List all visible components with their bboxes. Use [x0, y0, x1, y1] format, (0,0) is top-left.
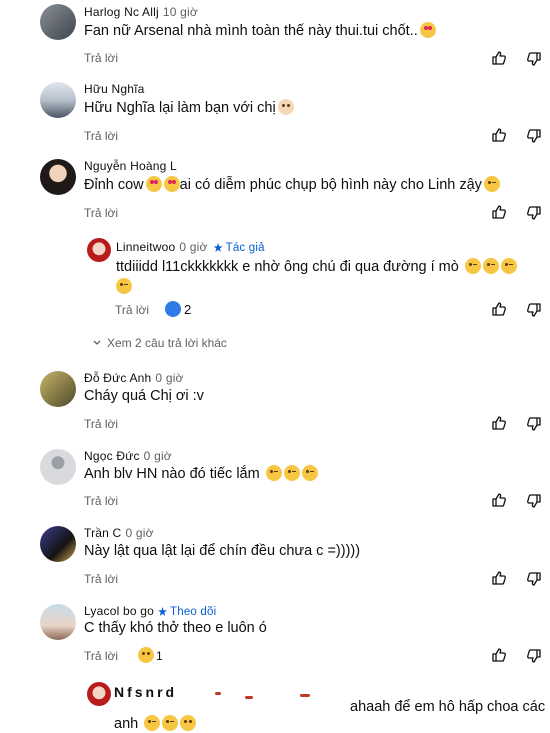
thumbs-up-icon[interactable]	[491, 570, 507, 586]
heart-eyes-emoji-icon	[145, 176, 162, 192]
redaction-mark	[245, 696, 253, 699]
zany-face-emoji-icon	[144, 715, 161, 731]
comment-author[interactable]: Hữu Nghĩa	[84, 82, 145, 96]
thumbs-up-icon[interactable]	[491, 204, 507, 220]
thumbs-up-icon[interactable]	[491, 492, 507, 508]
avatar[interactable]	[40, 159, 76, 195]
comment-text-line2: anh	[114, 715, 197, 732]
thumbs-down-icon[interactable]	[526, 302, 542, 318]
comment-time: 0 giờ	[179, 240, 208, 254]
comment-author[interactable]: Harlog Nc Allj 10 giờ	[84, 5, 198, 19]
zany-face-emoji-icon	[464, 258, 481, 274]
avatar[interactable]	[40, 371, 76, 407]
comment-time: 0 giờ	[143, 449, 172, 463]
zany-face-emoji-icon	[482, 258, 499, 274]
zany-face-emoji-icon	[116, 278, 132, 294]
thumbs-up-icon[interactable]	[491, 647, 507, 663]
creator-badge: Tác giả	[214, 242, 265, 254]
comment-text: Này lật qua lật lại để chín đều chưa c =…	[84, 543, 361, 559]
comment-text: C thấy khó thở theo e luôn ó	[84, 620, 267, 636]
thumbs-down-icon[interactable]	[526, 205, 542, 221]
reply-button[interactable]: Trả lời	[84, 494, 118, 508]
comment-text: ttdiiidd l11ckkkkkkk e nhờ ông chú đi qu…	[116, 257, 536, 297]
comment-text: Cháy quá Chị ơi :v	[84, 388, 204, 404]
reply-button[interactable]: Trả lời	[84, 572, 118, 586]
redaction-mark	[215, 692, 221, 695]
thumbs-up-icon[interactable]	[491, 415, 507, 431]
comment-author[interactable]: Nguyễn Hoàng L	[84, 159, 177, 173]
comment-author[interactable]: Linneitwoo 0 giờ Tác giả	[116, 240, 265, 254]
comment-author[interactable]: Trần C0 giờ	[84, 526, 154, 540]
comment-author[interactable]: Lyacol bo go Theo dõi	[84, 604, 216, 618]
comment-text: Fan nữ Arsenal nhà mình toàn thế này thu…	[84, 22, 436, 39]
comment-time: 10 giờ	[162, 5, 198, 19]
thumbs-down-icon[interactable]	[526, 416, 542, 432]
reply-button[interactable]: Trả lời	[84, 129, 118, 143]
thumbs-down-icon[interactable]	[526, 571, 542, 587]
comment-time: 0 giờ	[155, 371, 184, 385]
grinning-emoji-icon	[138, 647, 154, 663]
thumbs-down-icon[interactable]	[526, 493, 542, 509]
zany-face-emoji-icon	[483, 176, 500, 192]
zany-face-emoji-icon	[265, 465, 282, 481]
comment-time: 0 giờ	[125, 526, 154, 540]
reply-button[interactable]: Trả lời	[84, 206, 118, 220]
zany-face-emoji-icon	[283, 465, 300, 481]
thumbs-up-icon[interactable]	[491, 301, 507, 317]
heart-eyes-emoji-icon	[419, 22, 436, 38]
comment-text: Hữu Nghĩa lại làm bạn với chị	[84, 99, 294, 116]
like-count: 2	[184, 302, 192, 317]
redaction-mark	[300, 694, 310, 697]
avatar[interactable]	[40, 449, 76, 485]
reply-button[interactable]: Trả lời	[84, 417, 118, 431]
reply-button[interactable]: Trả lời	[115, 303, 149, 317]
thumbs-down-icon[interactable]	[526, 51, 542, 67]
thumbs-up-icon[interactable]	[491, 50, 507, 66]
comment-text: ahaah để em hô hấp choa các	[350, 699, 546, 715]
reply-button[interactable]: Trả lời	[84, 649, 118, 663]
avatar[interactable]	[40, 82, 76, 118]
comment-text: Anh blv HN nào đó tiếc lắm	[84, 465, 318, 482]
avatar[interactable]	[40, 604, 76, 640]
comment-author[interactable]: Ngọc Đức 0 giờ	[84, 449, 172, 463]
like-count: 1	[156, 649, 163, 663]
grinning-emoji-icon	[180, 715, 197, 731]
follow-badge[interactable]: Theo dõi	[158, 606, 216, 618]
avatar[interactable]	[40, 4, 76, 40]
reply-button[interactable]: Trả lời	[84, 51, 118, 65]
heart-eyes-emoji-icon	[163, 176, 180, 192]
zany-face-emoji-icon	[162, 715, 179, 731]
thumbs-down-icon[interactable]	[526, 128, 542, 144]
thumbs-up-icon[interactable]	[491, 127, 507, 143]
chevron-down-icon	[93, 340, 101, 345]
comment-author[interactable]: Nfsnrd	[114, 684, 177, 700]
zany-face-emoji-icon	[500, 258, 517, 274]
zany-face-emoji-icon	[301, 465, 318, 481]
avatar[interactable]	[40, 526, 76, 562]
avatar[interactable]	[87, 238, 111, 262]
avatar[interactable]	[87, 682, 111, 706]
liked-by-creator-icon	[165, 301, 181, 317]
comment-text: Đỉnh cow ai có diễm phúc chụp bộ hình này…	[84, 176, 500, 193]
thumbs-down-icon[interactable]	[526, 648, 542, 664]
more-replies-label: Xem 2 câu trả lời khác	[107, 336, 227, 350]
waving-hand-emoji-icon	[277, 99, 294, 115]
comment-author[interactable]: Đỗ Đức Anh 0 giờ	[84, 371, 184, 385]
